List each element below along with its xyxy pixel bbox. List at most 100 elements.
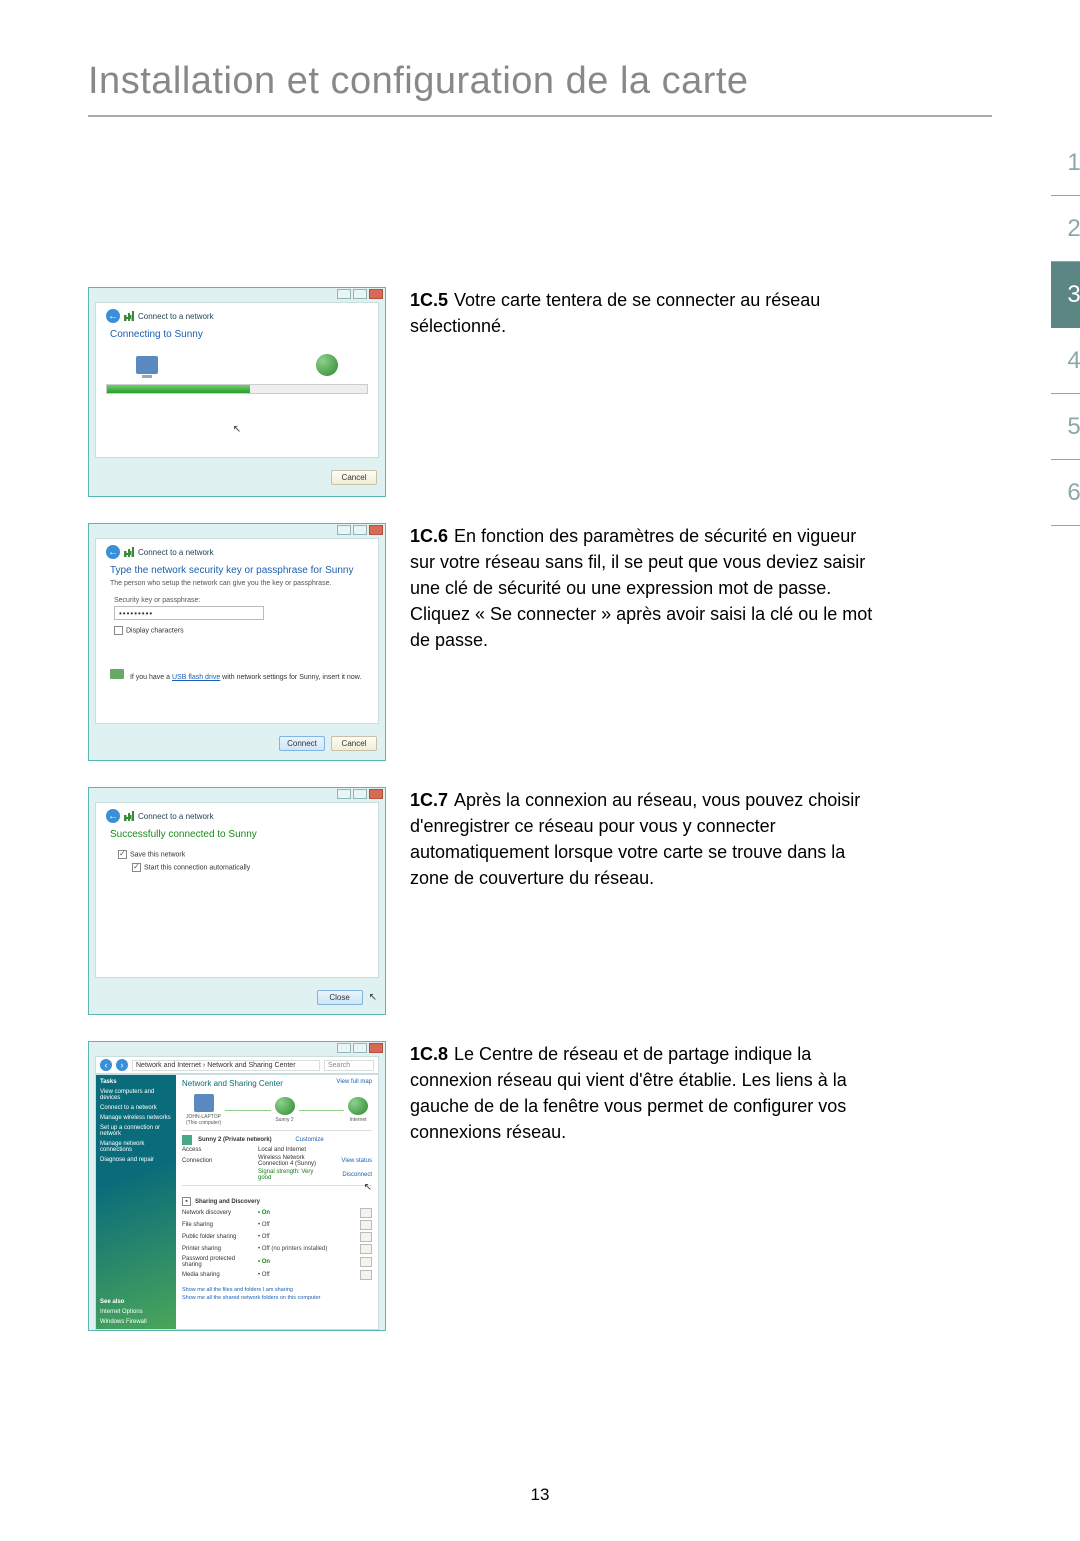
passphrase-sub: The person who setup the network can giv…	[110, 580, 368, 587]
usb-link[interactable]: USB flash drive	[172, 674, 220, 681]
tab-1: 1	[1051, 130, 1080, 196]
screenshot-passphrase: ← Connect to a network Type the network …	[88, 523, 386, 761]
close-icon	[369, 1043, 383, 1053]
passphrase-heading: Type the network security key or passphr…	[110, 565, 368, 576]
globe-icon	[316, 354, 338, 376]
step-1c5: ← Connect to a network Connecting to Sun…	[88, 287, 882, 497]
cursor-icon: ↖	[369, 992, 377, 1003]
section-tabs: 1 2 3 4 5 6 section	[1038, 130, 1080, 526]
nav-back-icon[interactable]: ‹	[100, 1059, 112, 1071]
sharing-row: Printer sharing• Off (no printers instal…	[182, 1244, 372, 1254]
close-button[interactable]: Close	[317, 990, 363, 1005]
back-arrow-icon: ←	[106, 545, 120, 559]
key-input[interactable]: •••••••••	[114, 606, 264, 620]
sidebar-item[interactable]: Diagnose and repair	[100, 1157, 172, 1163]
tab-6: 6	[1051, 460, 1080, 526]
tab-2: 2	[1051, 196, 1080, 262]
footer-link-2[interactable]: Show me all the shared network folders o…	[182, 1294, 372, 1302]
expand-button[interactable]	[360, 1208, 372, 1218]
cancel-button[interactable]: Cancel	[331, 736, 377, 751]
sidebar: Tasks View computers and devices Connect…	[96, 1075, 176, 1329]
step-1c6: ← Connect to a network Type the network …	[88, 523, 882, 761]
sharing-row: Network discovery• On	[182, 1208, 372, 1218]
step-text-1c7: 1C.7Après la connexion au réseau, vous p…	[410, 787, 882, 891]
max-icon	[353, 1043, 367, 1053]
connect-button[interactable]: Connect	[279, 736, 325, 751]
connecting-status: Connecting to Sunny	[110, 329, 368, 340]
window-title: Connect to a network	[138, 812, 214, 821]
close-icon	[369, 525, 383, 535]
sidebar-item[interactable]: Internet Options	[100, 1309, 172, 1315]
cursor-icon: ↖	[233, 424, 241, 435]
network-icon	[275, 1097, 295, 1115]
expand-icon[interactable]: ▪	[182, 1197, 191, 1206]
signal-icon	[124, 547, 134, 557]
sharing-header: Sharing and Discovery	[195, 1199, 260, 1205]
sharing-row: File sharing• Off	[182, 1220, 372, 1230]
tab-4: 4	[1051, 328, 1080, 394]
sidebar-item[interactable]: Manage network connections	[100, 1141, 172, 1153]
view-status-link[interactable]: View status	[326, 1158, 372, 1164]
signal-icon	[124, 311, 134, 321]
expand-button[interactable]	[360, 1232, 372, 1242]
save-network-checkbox[interactable]	[118, 850, 127, 859]
internet-icon	[348, 1097, 368, 1115]
auto-connect-checkbox[interactable]	[132, 863, 141, 872]
min-icon	[337, 1043, 351, 1053]
expand-button[interactable]	[360, 1257, 372, 1267]
step-text-1c8: 1C.8Le Centre de réseau et de partage in…	[410, 1041, 882, 1145]
expand-button[interactable]	[360, 1270, 372, 1280]
sharing-row: Password protected sharing• On	[182, 1256, 372, 1268]
customize-link[interactable]: Customize	[278, 1137, 324, 1143]
connected-heading: Successfully connected to Sunny	[110, 829, 368, 840]
computer-icon	[136, 356, 158, 374]
max-icon	[353, 289, 367, 299]
computer-icon	[194, 1094, 214, 1112]
nav-fwd-icon[interactable]: ›	[116, 1059, 128, 1071]
footer-link-1[interactable]: Show me all the files and folders I am s…	[182, 1286, 372, 1294]
min-icon	[337, 525, 351, 535]
sidebar-item[interactable]: Set up a connection or network	[100, 1125, 172, 1137]
usb-icon	[110, 669, 124, 679]
back-arrow-icon: ←	[106, 309, 120, 323]
window-title: Connect to a network	[138, 548, 214, 557]
screenshot-connecting: ← Connect to a network Connecting to Sun…	[88, 287, 386, 497]
page-number: 13	[0, 1485, 1080, 1505]
tab-3: 3	[1051, 262, 1080, 328]
display-chars-checkbox[interactable]	[114, 626, 123, 635]
save-network-label: Save this network	[130, 851, 185, 858]
sharing-row: Media sharing• Off	[182, 1270, 372, 1280]
cursor-icon: ↖	[364, 1182, 372, 1193]
step-label: 1C.8	[410, 1044, 448, 1064]
breadcrumb[interactable]: Network and Internet › Network and Shari…	[132, 1060, 320, 1071]
main-panel: Network and Sharing Center View full map…	[176, 1075, 378, 1329]
cancel-button[interactable]: Cancel	[331, 470, 377, 485]
screenshot-sharing-center: ‹ › Network and Internet › Network and S…	[88, 1041, 386, 1331]
disconnect-link[interactable]: Disconnect	[326, 1172, 372, 1178]
progress-bar	[106, 384, 368, 394]
window-title: Connect to a network	[138, 312, 214, 321]
min-icon	[337, 789, 351, 799]
search-input[interactable]: Search	[324, 1060, 374, 1071]
expand-button[interactable]	[360, 1244, 372, 1254]
sharing-row: Public folder sharing• Off	[182, 1232, 372, 1242]
view-full-map-link[interactable]: View full map	[336, 1079, 372, 1085]
signal-icon	[124, 811, 134, 821]
expand-button[interactable]	[360, 1220, 372, 1230]
step-label: 1C.6	[410, 526, 448, 546]
steps-column: ← Connect to a network Connecting to Sun…	[88, 287, 992, 1331]
address-bar: ‹ › Network and Internet › Network and S…	[95, 1056, 379, 1074]
step-1c8: ‹ › Network and Internet › Network and S…	[88, 1041, 882, 1331]
screenshot-connected: ← Connect to a network Successfully conn…	[88, 787, 386, 1015]
back-arrow-icon: ←	[106, 809, 120, 823]
display-chars-label: Display characters	[126, 627, 184, 634]
step-label: 1C.5	[410, 290, 448, 310]
sidebar-item[interactable]: View computers and devices	[100, 1089, 172, 1101]
sidebar-item[interactable]: Manage wireless networks	[100, 1115, 172, 1121]
tab-5: 5	[1051, 394, 1080, 460]
sidebar-item[interactable]: Windows Firewall	[100, 1319, 172, 1325]
min-icon	[337, 289, 351, 299]
sidebar-item[interactable]: Connect to a network	[100, 1105, 172, 1111]
key-field-label: Security key or passphrase:	[114, 597, 368, 604]
network-name: Sunny 2 (Private network)	[198, 1137, 272, 1143]
